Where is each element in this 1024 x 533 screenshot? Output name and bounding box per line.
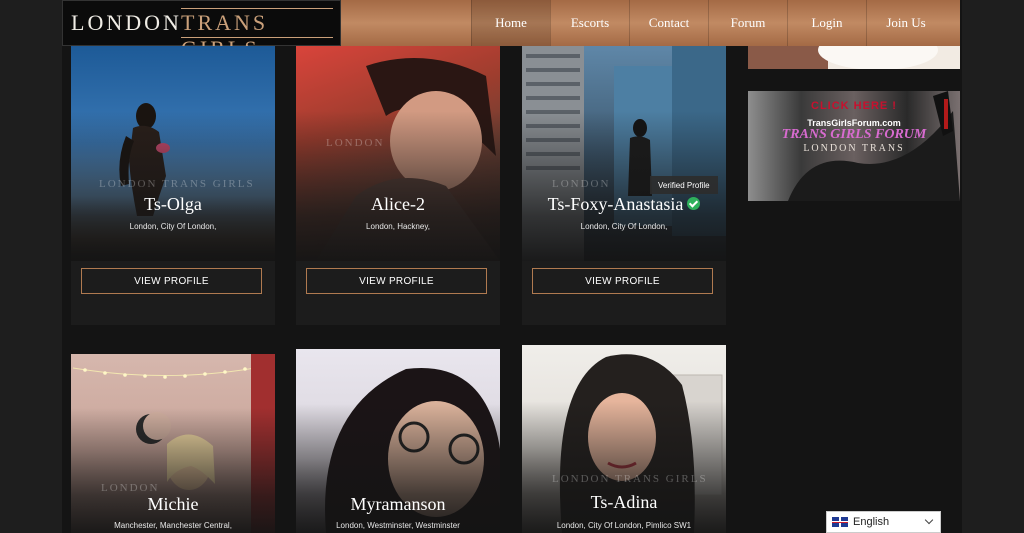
- photo-gradient: [522, 401, 726, 533]
- profile-name[interactable]: Myramanson: [296, 494, 500, 515]
- main-nav: Home Escorts Contact Forum Login Join Us: [471, 0, 945, 46]
- nav-contact[interactable]: Contact: [629, 0, 708, 46]
- ad-forum-title: TRANS GIRLS FORUM: [781, 127, 927, 142]
- site-logo[interactable]: LONDON TRANS GIRLS: [62, 0, 341, 61]
- language-selector[interactable]: English: [826, 511, 941, 533]
- logo-rule-bottom: [181, 37, 333, 38]
- nav-join-us[interactable]: Join Us: [866, 0, 945, 46]
- profile-location: London, City Of London,: [129, 222, 217, 231]
- profile-name[interactable]: Alice-2: [296, 194, 500, 215]
- profile-name-text: Ts-Foxy-Anastasia: [547, 194, 684, 214]
- photo-watermark: LONDON: [326, 137, 385, 149]
- ad-click-here: CLICK HERE !: [811, 100, 897, 112]
- ad-photo: [748, 46, 938, 69]
- language-label: English: [853, 516, 890, 528]
- nav-home[interactable]: Home: [471, 0, 550, 46]
- nav-forum[interactable]: Forum: [708, 0, 787, 46]
- profile-location: London, Westminster, Westminster: [336, 521, 460, 530]
- profile-card: LONDON Alice-2 London, Hackney, VIEW PRO…: [296, 46, 500, 325]
- profile-card: LONDON Michie Manchester, Manchester Cen…: [71, 354, 275, 533]
- photo-watermark: LONDON: [101, 482, 160, 494]
- photo-watermark: LONDON TRANS GIRLS: [552, 473, 708, 485]
- profile-location: London, City Of London, Pimlico SW1: [556, 521, 692, 530]
- ad-london-text: LONDON TRANS: [803, 143, 905, 154]
- logo-rule-top: [181, 8, 333, 9]
- view-profile-button[interactable]: VIEW PROFILE: [306, 268, 487, 294]
- uk-flag-icon: [832, 517, 848, 527]
- forum-ad-banner[interactable]: CLICK HERE ! TransGirlsForum.com TRANS G…: [748, 91, 960, 201]
- view-profile-button[interactable]: VIEW PROFILE: [532, 268, 713, 294]
- profile-location: London, City Of London,: [580, 222, 668, 231]
- profile-name[interactable]: Michie: [71, 494, 275, 515]
- profile-name[interactable]: Ts-Foxy-Anastasia: [522, 194, 726, 215]
- verified-check-icon: [687, 197, 701, 211]
- photo-watermark: LONDON TRANS GIRLS: [99, 178, 255, 190]
- chevron-down-icon: [924, 515, 934, 525]
- photo-watermark: LONDON: [552, 178, 611, 190]
- photo-gradient: [296, 110, 500, 261]
- logo-word-london: LONDON: [71, 10, 182, 35]
- nav-escorts[interactable]: Escorts: [550, 0, 629, 46]
- profile-card: LONDON TRANS GIRLS Ts-Olga London, City …: [71, 46, 275, 325]
- nav-login[interactable]: Login: [787, 0, 866, 46]
- profile-location: Manchester, Manchester Central,: [114, 521, 232, 530]
- verified-profile-badge: Verified Profile: [650, 176, 718, 194]
- profile-name[interactable]: Ts-Adina: [522, 492, 726, 513]
- page-margin-left: [0, 0, 62, 533]
- sidebar-ad-image[interactable]: [748, 46, 960, 69]
- profile-card: LONDON TRANS GIRLS Ts-Adina London, City…: [522, 345, 726, 533]
- page-margin-right: [962, 0, 1024, 533]
- profile-location: London, Hackney,: [366, 222, 430, 231]
- profile-card: Myramanson London, Westminster, Westmins…: [296, 349, 500, 533]
- view-profile-button[interactable]: VIEW PROFILE: [81, 268, 262, 294]
- profile-name[interactable]: Ts-Olga: [71, 194, 275, 215]
